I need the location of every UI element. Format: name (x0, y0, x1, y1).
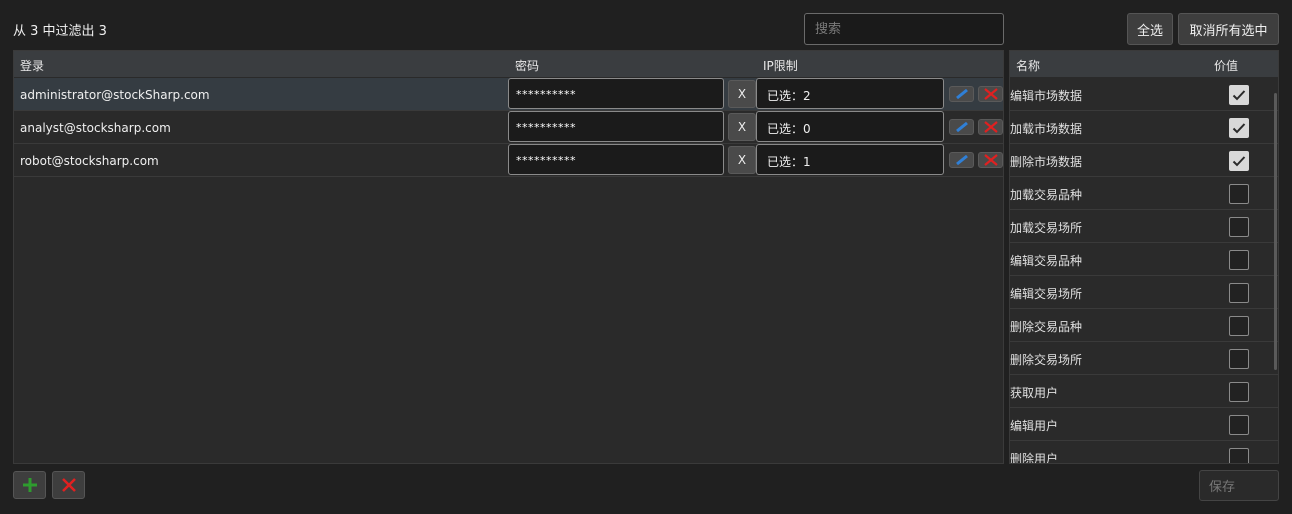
permission-checkbox[interactable] (1229, 118, 1249, 138)
plus-icon (22, 478, 37, 492)
x-icon (983, 121, 998, 133)
user-row[interactable]: administrator@stockSharp.com ********** … (14, 78, 1003, 111)
save-button[interactable]: 保存 (1199, 470, 1279, 501)
permission-checkbox[interactable] (1229, 217, 1249, 237)
permission-checkbox[interactable] (1229, 448, 1249, 463)
ip-restriction-field[interactable]: 已选：0 (756, 111, 944, 142)
x-icon (983, 154, 998, 166)
user-row[interactable]: robot@stocksharp.com ********** X 已选：1 (14, 144, 1003, 177)
password-field[interactable]: ********** (508, 111, 724, 142)
user-login: robot@stocksharp.com (20, 154, 159, 168)
permission-checkbox[interactable] (1229, 85, 1249, 105)
permission-name: 加载交易场所 (1010, 221, 1083, 235)
add-user-button[interactable] (13, 471, 46, 499)
x-icon (61, 478, 76, 492)
permission-name: 编辑市场数据 (1010, 89, 1083, 103)
user-row[interactable]: analyst@stocksharp.com ********** X 已选：0 (14, 111, 1003, 144)
permission-row: 编辑用户 (1010, 408, 1278, 441)
user-login: analyst@stocksharp.com (20, 121, 171, 135)
permission-name: 删除交易场所 (1010, 353, 1083, 367)
permission-name: 加载市场数据 (1010, 122, 1083, 136)
permission-name: 删除市场数据 (1010, 155, 1083, 169)
permission-name: 编辑交易品种 (1010, 254, 1083, 268)
column-header-name[interactable]: 名称 (1016, 57, 1040, 74)
delete-ip-button[interactable] (978, 152, 1003, 168)
permissions-scrollbar[interactable] (1274, 93, 1277, 370)
permission-name: 编辑用户 (1010, 419, 1059, 433)
permission-name: 获取用户 (1010, 386, 1059, 400)
filter-summary: 从 3 中过滤出 3 (13, 24, 107, 39)
permission-row: 编辑交易品种 (1010, 243, 1278, 276)
permission-row: 删除用户 (1010, 441, 1278, 464)
search-input[interactable] (804, 13, 1004, 45)
clear-password-button[interactable]: X (728, 113, 756, 141)
password-field[interactable]: ********** (508, 144, 724, 175)
ip-restriction-field[interactable]: 已选：1 (756, 144, 944, 175)
users-grid-header: 登录 密码 IP限制 (14, 51, 1003, 77)
permission-row: 删除市场数据 (1010, 144, 1278, 177)
delete-ip-button[interactable] (978, 86, 1003, 102)
permission-row: 编辑交易场所 (1010, 276, 1278, 309)
user-login: administrator@stockSharp.com (20, 88, 210, 102)
permission-row: 获取用户 (1010, 375, 1278, 408)
permission-checkbox[interactable] (1229, 151, 1249, 171)
permission-checkbox[interactable] (1229, 349, 1249, 369)
column-header-login[interactable]: 登录 (20, 57, 44, 74)
pencil-icon (955, 89, 968, 99)
permissions-grid: 名称 价值 编辑市场数据 加载市场数据 删除市场数据 加载交易品种 加载交易场所… (1009, 50, 1279, 464)
permission-row: 加载交易品种 (1010, 177, 1278, 210)
permission-row: 加载交易场所 (1010, 210, 1278, 243)
deselect-all-button[interactable]: 取消所有选中 (1178, 13, 1279, 45)
permission-name: 编辑交易场所 (1010, 287, 1083, 301)
clear-password-button[interactable]: X (728, 146, 756, 174)
delete-ip-button[interactable] (978, 119, 1003, 135)
users-grid: 登录 密码 IP限制 administrator@stockSharp.com … (13, 50, 1004, 464)
edit-ip-button[interactable] (949, 86, 974, 102)
check-icon (1232, 156, 1246, 167)
x-icon (983, 88, 998, 100)
permission-row: 删除交易场所 (1010, 342, 1278, 375)
column-header-value[interactable]: 价值 (1214, 57, 1238, 74)
permissions-grid-header: 名称 价值 (1010, 51, 1278, 77)
check-icon (1232, 123, 1246, 134)
permission-name: 加载交易品种 (1010, 188, 1083, 202)
permission-checkbox[interactable] (1229, 415, 1249, 435)
permission-row: 加载市场数据 (1010, 111, 1278, 144)
ip-restriction-field[interactable]: 已选：2 (756, 78, 944, 109)
clear-password-button[interactable]: X (728, 80, 756, 108)
column-header-password[interactable]: 密码 (515, 57, 539, 74)
column-header-ip-restriction[interactable]: IP限制 (763, 57, 798, 74)
permission-checkbox[interactable] (1229, 250, 1249, 270)
password-field[interactable]: ********** (508, 78, 724, 109)
permission-checkbox[interactable] (1229, 283, 1249, 303)
edit-ip-button[interactable] (949, 152, 974, 168)
pencil-icon (955, 122, 968, 132)
permission-checkbox[interactable] (1229, 382, 1249, 402)
select-all-button[interactable]: 全选 (1127, 13, 1173, 45)
permission-checkbox[interactable] (1229, 184, 1249, 204)
permission-checkbox[interactable] (1229, 316, 1249, 336)
pencil-icon (955, 155, 968, 165)
edit-ip-button[interactable] (949, 119, 974, 135)
check-icon (1232, 90, 1246, 101)
permission-row: 编辑市场数据 (1010, 78, 1278, 111)
permission-row: 删除交易品种 (1010, 309, 1278, 342)
delete-user-button[interactable] (52, 471, 85, 499)
permission-name: 删除用户 (1010, 452, 1059, 464)
permission-name: 删除交易品种 (1010, 320, 1083, 334)
